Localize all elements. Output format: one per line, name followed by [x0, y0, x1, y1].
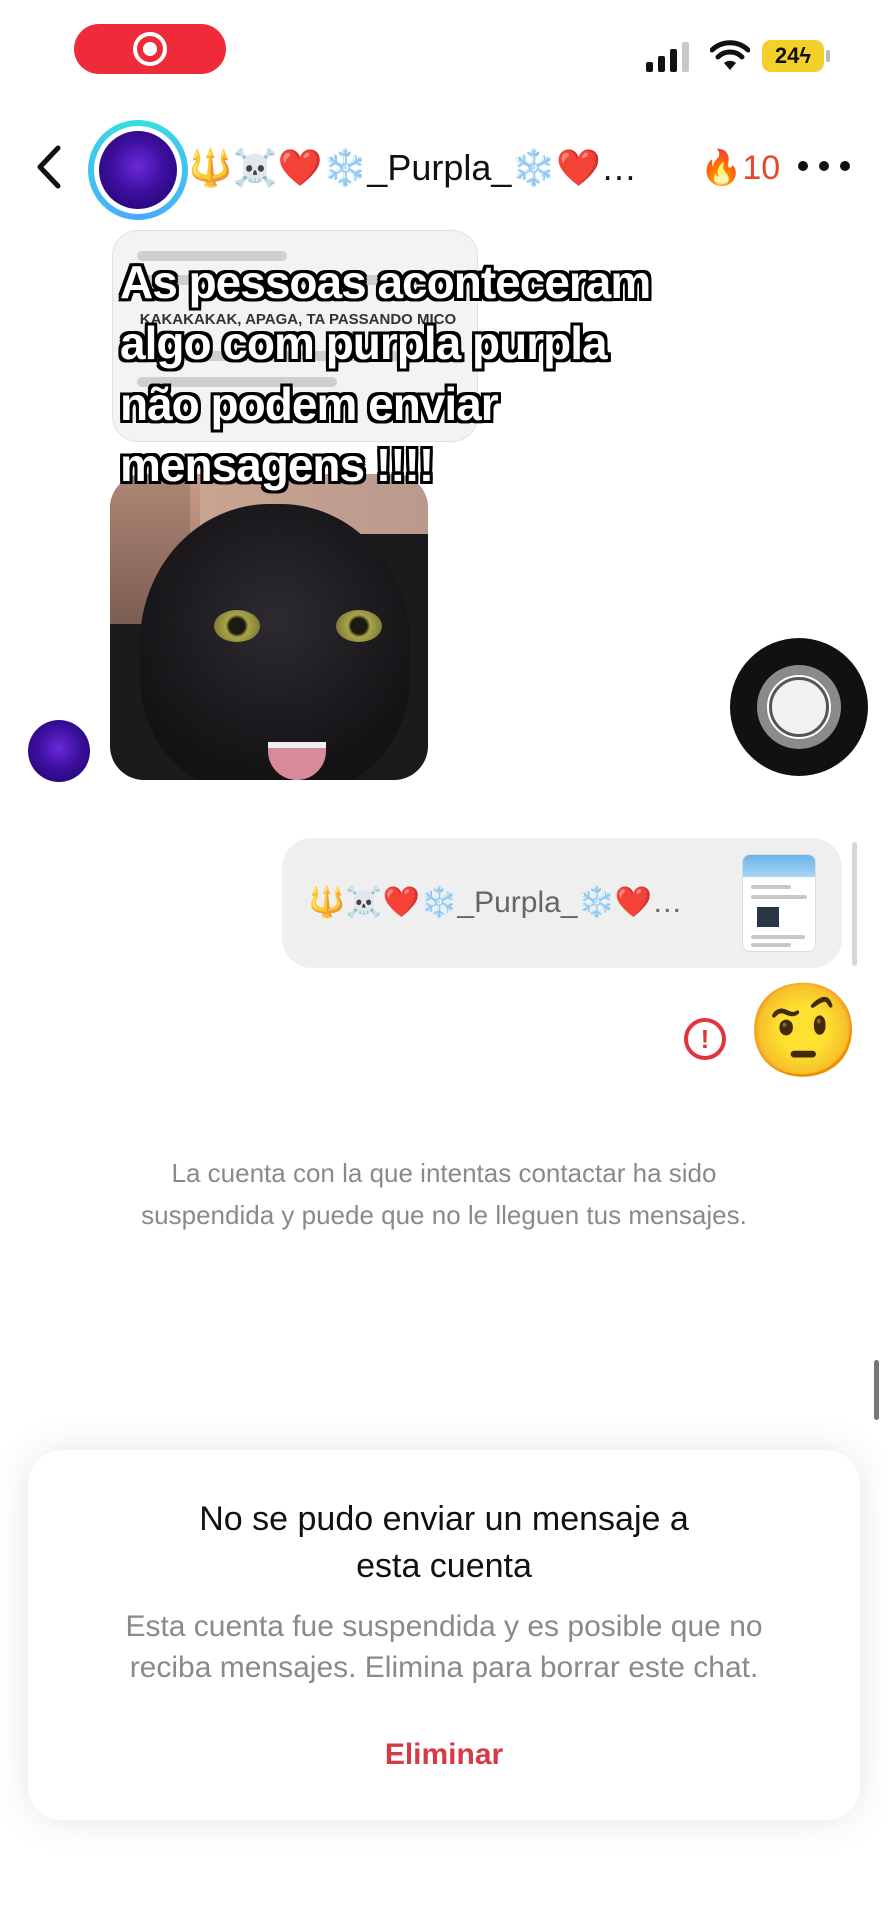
shared-profile-thumbnail — [742, 854, 816, 952]
sender-avatar[interactable] — [28, 720, 90, 782]
avatar-image — [99, 131, 177, 209]
thumbnail-picture — [757, 907, 779, 927]
cellular-signal-icon — [646, 42, 689, 72]
account-suspended-notice: La cuenta con la que intentas contactar … — [80, 1152, 808, 1236]
thumbnail-text-line — [751, 935, 805, 939]
error-icon[interactable]: ! — [684, 1018, 726, 1060]
more-dot — [798, 161, 808, 171]
streak-badge[interactable]: 🔥10 — [700, 140, 780, 196]
caption-line: algo com purpla purpla — [120, 317, 608, 369]
caption-line: não podem enviar — [120, 378, 499, 430]
more-dot — [819, 161, 829, 171]
shared-profile-card[interactable]: 🔱☠️❤️❄️_Purpla_❄️❤️… — [282, 838, 842, 968]
cat-head — [140, 504, 410, 780]
thumbnail-text-line — [751, 895, 807, 899]
avatar-ring-inner — [94, 126, 182, 214]
dialog-title-line: No se pudo enviar un mensaje a — [199, 1500, 689, 1538]
thumbnail-text-line — [751, 943, 791, 947]
battery-indicator: 24 ϟ — [762, 40, 824, 72]
thumbnail-banner — [743, 855, 815, 877]
notice-line: suspendida y puede que no le lleguen tus… — [141, 1200, 747, 1230]
status-bar: 24 ϟ — [0, 0, 888, 100]
chat-avatar[interactable] — [88, 120, 188, 220]
screen-recording-indicator[interactable] — [74, 24, 226, 74]
wifi-icon — [710, 40, 750, 70]
record-icon — [133, 32, 167, 66]
dialog-body-line: reciba mensajes. Elimina para borrar est… — [129, 1651, 759, 1684]
record-icon — [757, 665, 841, 749]
emoji-message[interactable]: 🤨 — [746, 978, 861, 1084]
thumbnail-text-line — [751, 885, 791, 889]
dialog-title: No se pudo enviar un mensaje a esta cuen… — [88, 1496, 800, 1590]
charging-bolt-icon: ϟ — [799, 43, 812, 68]
chat-header: 🔱☠️❤️❄️_Purpla_❄️❤️… 🔥10 — [0, 110, 888, 230]
send-failed-dialog: No se pudo enviar un mensaje a esta cuen… — [28, 1450, 860, 1820]
chat-title[interactable]: 🔱☠️❤️❄️_Purpla_❄️❤️… — [188, 140, 658, 196]
battery-level: 24 — [774, 43, 800, 68]
notice-line: La cuenta con la que intentas contactar … — [171, 1158, 717, 1188]
caption-line: As pessoas aconteceram — [120, 256, 651, 308]
caption-line: mensagens !!!! — [120, 439, 434, 491]
cat-eye — [336, 610, 382, 642]
battery-cap — [826, 50, 830, 62]
video-overlay-caption: As pessoas aconteceram algo com purpla p… — [120, 252, 740, 496]
card-scroll-indicator — [852, 842, 857, 966]
dialog-body: Esta cuenta fue suspendida y es posible … — [78, 1606, 810, 1688]
delete-chat-button[interactable]: Eliminar — [344, 1730, 544, 1780]
floating-record-button[interactable] — [730, 638, 868, 776]
cat-eye — [214, 610, 260, 642]
chat-scrollbar[interactable] — [874, 1360, 879, 1420]
error-mark: ! — [700, 1023, 710, 1054]
chevron-left-icon[interactable] — [30, 142, 70, 192]
shared-profile-name: 🔱☠️❤️❄️_Purpla_❄️❤️… — [308, 886, 683, 919]
dialog-title-line: esta cuenta — [356, 1547, 532, 1585]
cat-photo-message[interactable] — [110, 474, 428, 780]
ellipsis-icon[interactable] — [798, 152, 850, 180]
dialog-body-line: Esta cuenta fue suspendida y es posible … — [125, 1610, 763, 1643]
more-dot — [840, 161, 850, 171]
